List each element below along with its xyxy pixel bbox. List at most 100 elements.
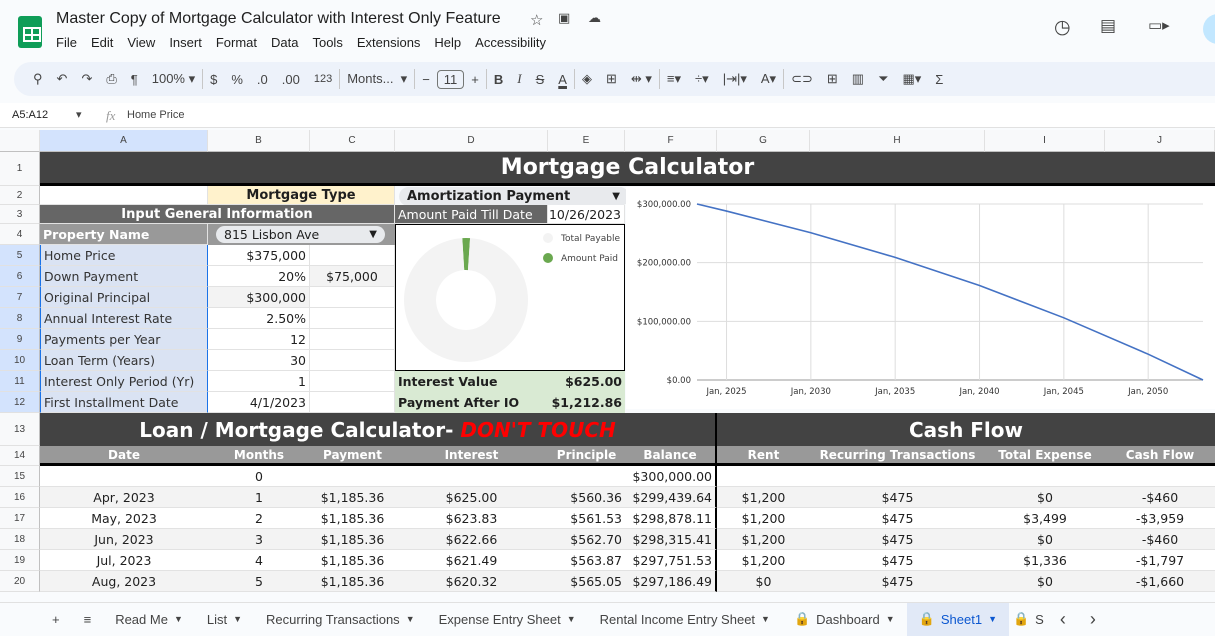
row-header-20[interactable]: 20: [0, 571, 40, 592]
filter-views-icon[interactable]: ▦▾: [895, 71, 928, 87]
sheet-tab-recurring-transactions[interactable]: Recurring Transactions▼: [254, 603, 427, 636]
move-folder-icon[interactable]: ▣: [558, 11, 570, 26]
add-sheet-button[interactable]: +: [40, 603, 72, 636]
sheet-tab-dashboard[interactable]: 🔒Dashboard▼: [782, 603, 907, 636]
row-header-4[interactable]: 4: [0, 224, 40, 245]
column-header-a[interactable]: A: [40, 130, 208, 152]
table-cell[interactable]: $0: [717, 571, 810, 592]
strikethrough-icon[interactable]: S: [529, 72, 552, 87]
row-header-10[interactable]: 10: [0, 350, 40, 371]
column-header-f[interactable]: F: [625, 130, 717, 152]
scroll-tabs-left-icon[interactable]: ‹: [1048, 603, 1078, 636]
font-size-input[interactable]: 11: [437, 70, 465, 89]
property-name-dropdown[interactable]: 815 Lisbon Ave▼: [216, 226, 385, 243]
input-label[interactable]: Original Principal: [40, 287, 208, 308]
table-cell[interactable]: [40, 466, 208, 487]
table-cell[interactable]: $298,315.41: [625, 529, 717, 550]
table-cell[interactable]: $1,185.36: [310, 529, 395, 550]
table-cell[interactable]: 1: [208, 487, 310, 508]
sheet-tab-rental-income-entry-sheet[interactable]: Rental Income Entry Sheet▼: [588, 603, 782, 636]
formula-input[interactable]: Home Price: [127, 109, 184, 121]
table-cell[interactable]: $565.05: [548, 571, 625, 592]
row-header-12[interactable]: 12: [0, 392, 40, 413]
table-cell[interactable]: $623.83: [395, 508, 548, 529]
input-extra[interactable]: [310, 287, 395, 308]
table-cell[interactable]: -$460: [1105, 529, 1215, 550]
menu-edit[interactable]: Edit: [91, 35, 113, 50]
input-label[interactable]: Interest Only Period (Yr): [40, 371, 208, 392]
decrease-decimal-button[interactable]: .0: [250, 72, 275, 87]
row-header-6[interactable]: 6: [0, 266, 40, 287]
increase-decimal-button[interactable]: .00: [275, 72, 307, 87]
menu-insert[interactable]: Insert: [169, 35, 202, 50]
table-cell[interactable]: $1,185.36: [310, 487, 395, 508]
amount-paid-date[interactable]: 10/26/2023: [548, 205, 625, 224]
table-cell[interactable]: $620.32: [395, 571, 548, 592]
input-extra[interactable]: $75,000: [310, 266, 395, 287]
table-cell[interactable]: $475: [810, 571, 985, 592]
menu-format[interactable]: Format: [216, 35, 257, 50]
input-value[interactable]: $300,000: [208, 287, 310, 308]
table-cell[interactable]: $3,499: [985, 508, 1105, 529]
borders-icon[interactable]: ⊞: [599, 71, 624, 87]
scroll-tabs-right-icon[interactable]: ›: [1078, 603, 1108, 636]
table-cell[interactable]: $299,439.64: [625, 487, 717, 508]
menu-accessibility[interactable]: Accessibility: [475, 35, 546, 50]
table-cell[interactable]: $1,200: [717, 487, 810, 508]
functions-icon[interactable]: Σ: [928, 72, 950, 87]
table-cell[interactable]: $561.53: [548, 508, 625, 529]
input-label[interactable]: Annual Interest Rate: [40, 308, 208, 329]
comments-icon[interactable]: ▤: [1100, 16, 1116, 36]
percent-format-button[interactable]: %: [224, 72, 250, 87]
table-cell[interactable]: $475: [810, 508, 985, 529]
table-cell[interactable]: 4: [208, 550, 310, 571]
row-header-5[interactable]: 5: [0, 245, 40, 266]
table-cell[interactable]: [395, 466, 548, 487]
filter-icon[interactable]: ⏷: [871, 71, 895, 87]
select-all-corner[interactable]: [0, 130, 40, 152]
row-header-18[interactable]: 18: [0, 529, 40, 550]
undo-icon[interactable]: ↶: [50, 71, 75, 87]
sheet-tab-list[interactable]: List▼: [195, 603, 254, 636]
decrease-font-size-button[interactable]: −: [415, 72, 437, 87]
horizontal-align-icon[interactable]: ≡▾: [660, 71, 688, 87]
table-cell[interactable]: [310, 466, 395, 487]
table-cell[interactable]: Aug, 2023: [40, 571, 208, 592]
row-header-3[interactable]: 3: [0, 205, 40, 224]
search-icon[interactable]: ⚲: [26, 71, 50, 87]
input-label[interactable]: Down Payment: [40, 266, 208, 287]
table-cell[interactable]: [717, 466, 810, 487]
sheet-tab-sheet1[interactable]: 🔒Sheet1▼: [907, 603, 1009, 636]
table-cell[interactable]: May, 2023: [40, 508, 208, 529]
table-cell[interactable]: $0: [985, 529, 1105, 550]
sheets-logo-icon[interactable]: [18, 16, 42, 48]
text-color-icon[interactable]: A: [551, 72, 574, 87]
input-value[interactable]: $375,000: [208, 245, 310, 266]
input-label[interactable]: Loan Term (Years): [40, 350, 208, 371]
table-cell[interactable]: Apr, 2023: [40, 487, 208, 508]
paint-format-icon[interactable]: ¶: [124, 72, 145, 87]
table-cell[interactable]: $0: [985, 487, 1105, 508]
meet-icon[interactable]: ▭▸: [1148, 16, 1170, 34]
zoom-select[interactable]: 100% ▾: [145, 71, 202, 87]
table-cell[interactable]: $297,751.53: [625, 550, 717, 571]
table-cell[interactable]: $298,878.11: [625, 508, 717, 529]
table-cell[interactable]: $1,200: [717, 550, 810, 571]
column-header-b[interactable]: B: [208, 130, 310, 152]
table-cell[interactable]: $1,200: [717, 529, 810, 550]
insert-chart-icon[interactable]: ▥: [845, 71, 871, 87]
table-cell[interactable]: $297,186.49: [625, 571, 717, 592]
column-header-c[interactable]: C: [310, 130, 395, 152]
row-header-19[interactable]: 19: [0, 550, 40, 571]
row-header-8[interactable]: 8: [0, 308, 40, 329]
cloud-saved-icon[interactable]: ☁: [588, 11, 601, 26]
column-header-i[interactable]: I: [985, 130, 1105, 152]
input-extra[interactable]: [310, 329, 395, 350]
row-header-2[interactable]: 2: [0, 186, 40, 205]
input-extra[interactable]: [310, 371, 395, 392]
row-header-16[interactable]: 16: [0, 487, 40, 508]
input-value[interactable]: 2.50%: [208, 308, 310, 329]
history-icon[interactable]: ◷: [1054, 16, 1071, 38]
table-cell[interactable]: 2: [208, 508, 310, 529]
row-header-7[interactable]: 7: [0, 287, 40, 308]
